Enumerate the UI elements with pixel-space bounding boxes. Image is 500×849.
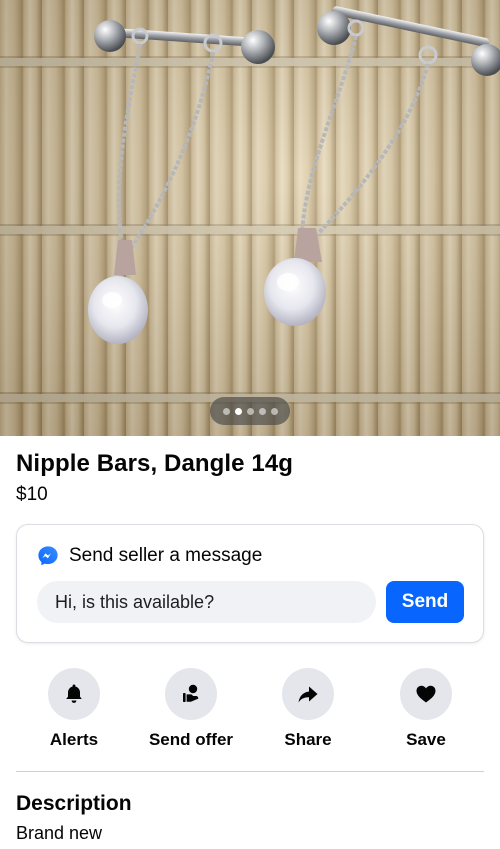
save-button[interactable]: Save: [371, 668, 481, 750]
alerts-label: Alerts: [49, 730, 99, 749]
pager-dot[interactable]: [246, 407, 254, 415]
alerts-button[interactable]: Alerts: [19, 668, 129, 750]
send-offer-label: Send offer: [148, 730, 234, 749]
pager-dot-active[interactable]: [234, 407, 242, 415]
photo-pager[interactable]: [210, 397, 290, 425]
save-circle[interactable]: [400, 668, 452, 720]
share-label: Share: [284, 730, 332, 749]
message-seller-card: Send seller a message Hi, is this availa…: [16, 524, 484, 643]
send-offer-button[interactable]: Send offer: [136, 668, 246, 750]
pager-dot[interactable]: [258, 407, 266, 415]
pager-dot[interactable]: [222, 407, 230, 415]
product-photo[interactable]: [0, 0, 500, 436]
bell-icon: [66, 684, 82, 703]
save-label: Save: [406, 730, 446, 749]
alerts-circle[interactable]: [48, 668, 100, 720]
send-offer-circle[interactable]: [165, 668, 217, 720]
jewelry-illustration: [88, 6, 500, 344]
message-input[interactable]: Hi, is this available?: [37, 581, 376, 623]
offer-icon: [183, 684, 199, 702]
listing-price: $10: [16, 484, 48, 505]
description-body: Brand new: [16, 823, 103, 843]
share-button[interactable]: Share: [253, 668, 363, 750]
message-header-label: Send seller a message: [69, 545, 263, 566]
action-bar: Alerts Send offer Share Save: [0, 668, 500, 752]
messenger-icon: [38, 546, 58, 566]
share-circle[interactable]: [282, 668, 334, 720]
message-header: Send seller a message: [37, 545, 262, 567]
heart-icon: [416, 685, 436, 703]
listing-title: Nipple Bars, Dangle 14g: [16, 450, 294, 477]
description-heading: Description: [16, 792, 132, 815]
send-button[interactable]: Send: [386, 581, 464, 623]
share-icon: [298, 686, 318, 703]
pager-dot[interactable]: [270, 407, 278, 415]
section-divider: [16, 771, 484, 772]
